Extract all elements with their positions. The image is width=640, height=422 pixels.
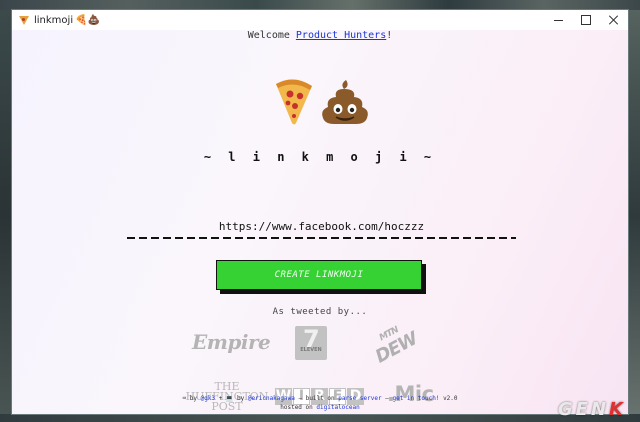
window-title-emoji: 🍕💩 [75,14,101,26]
parse-server-link[interactable]: parse server [338,395,381,402]
desktop-background [0,0,640,10]
url-input-wrapper [127,215,516,239]
maximize-icon [581,15,591,25]
maximize-button[interactable] [572,10,600,30]
hero-emojis [12,76,628,126]
window-title: linkmoji [34,14,74,26]
gk3-link[interactable]: @gk3 [201,395,215,402]
close-button[interactable] [600,10,628,30]
product-hunters-link[interactable]: Product Hunters [296,30,386,41]
seven-eleven-logo: 7 ELEVEN [295,325,327,360]
plus-icon: + [218,395,223,402]
digitalocean-link[interactable]: digitalocean [316,404,359,411]
close-icon [609,15,619,25]
ericnakagawa-link[interactable]: @ericnakagawa [248,395,295,402]
pizza-app-icon [18,14,30,26]
window-controls [544,10,628,30]
minimize-icon [553,19,563,21]
footer-line-1: ⌨ by @gk3 + 💻 by @ericnakagawa — built o… [182,395,457,402]
app-window: linkmoji 🍕💩 Welcome Product Hunters! ~ l… [12,10,628,414]
version-label: v2.0 [443,395,458,402]
desktop-background-bottom [0,414,640,422]
get-in-touch-link[interactable]: get in touch! [392,395,439,402]
desktop-background-left [0,10,12,422]
pizza-icon [270,76,316,126]
watermark-accent: K [609,399,626,420]
keyboard-icon: ⌨ [182,395,187,402]
footer: ⌨ by @gk3 + 💻 by @ericnakagawa — built o… [12,394,628,412]
brand-title: ~ l i n k m o j i ~ [203,150,437,164]
url-input-underline [127,236,516,239]
hosted-on-text: hosted on [280,404,313,411]
genk-watermark: GENK [558,399,626,420]
footer-by-2: by [237,395,245,402]
welcome-suffix: ! [386,30,393,41]
welcome-prefix: Welcome [247,30,296,41]
welcome-banner: Welcome Product Hunters! [12,30,628,41]
empire-logo: Empire [192,330,271,354]
minimize-button[interactable] [544,10,572,30]
as-tweeted-by-heading: As tweeted by... [272,307,368,317]
seven-eleven-logo-text: ELEVEN [300,347,322,353]
watermark-main: GEN [557,399,610,420]
title-bar[interactable]: linkmoji 🍕💩 [12,10,628,30]
footer-built-text: — built on [298,395,335,402]
url-input[interactable] [127,217,516,236]
create-linkmoji-button[interactable]: CREATE LINKMOJI [216,260,422,290]
poop-icon [320,76,370,126]
page-content: Welcome Product Hunters! ~ l i n k m o j… [12,30,628,414]
footer-by-1: by [189,395,197,402]
desktop-background-right [628,10,640,422]
footer-dash: — [385,395,389,402]
mountain-dew-logo: MTN DEW [367,319,421,367]
laptop-icon: 💻 [225,395,234,402]
footer-line-2: hosted on digitalocean [12,403,628,412]
